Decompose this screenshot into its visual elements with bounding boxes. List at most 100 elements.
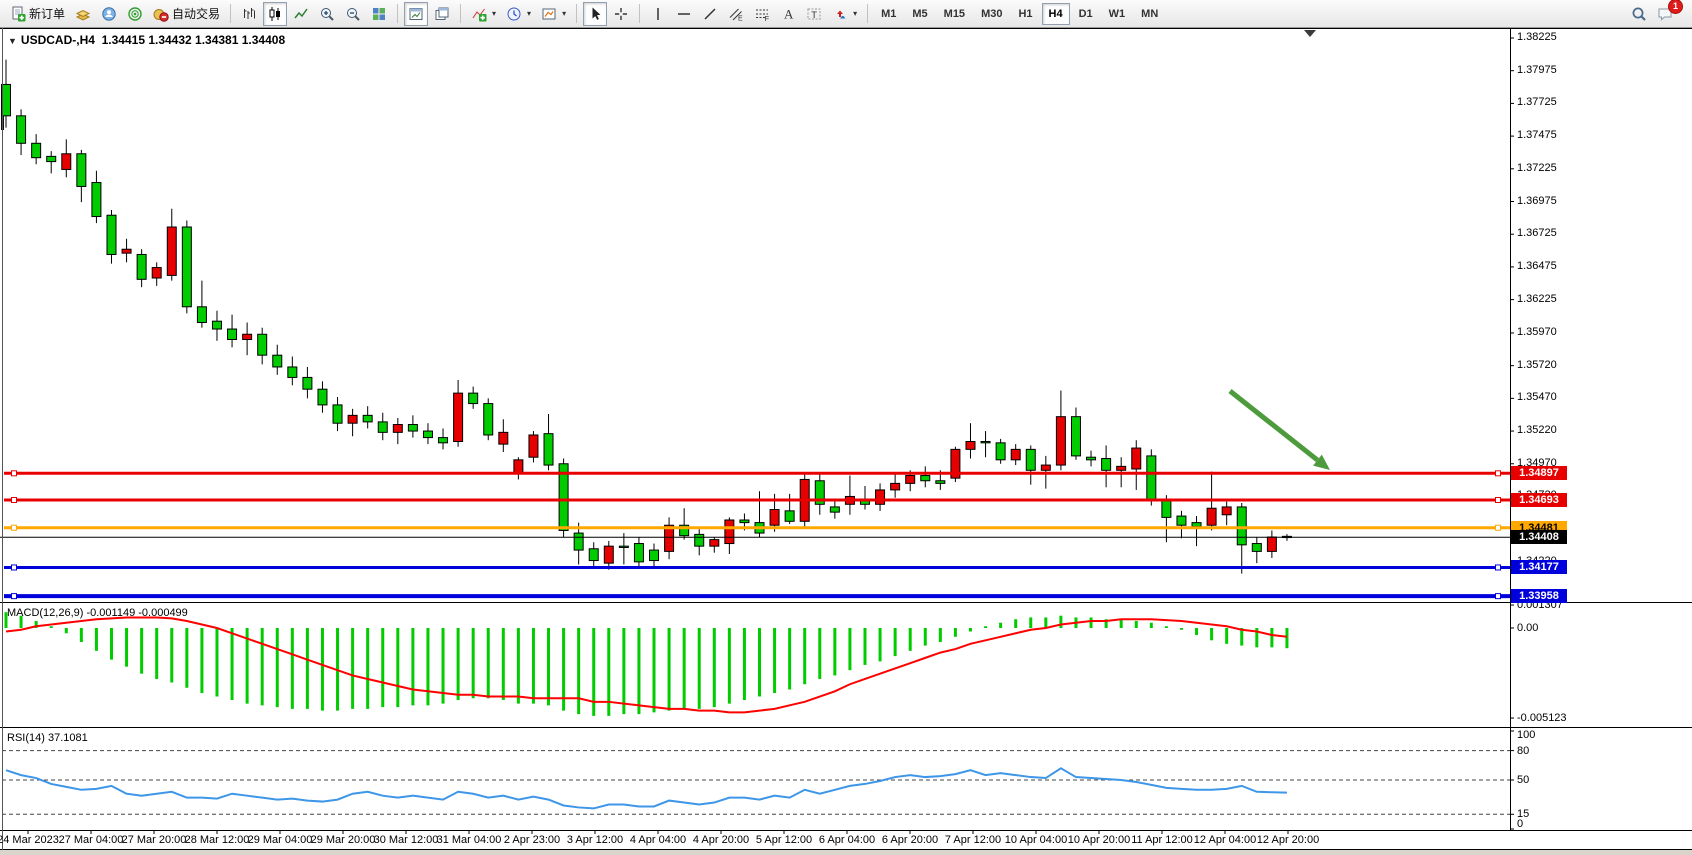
level-line-1.33958[interactable] <box>4 594 1510 599</box>
tile-windows-icon <box>371 6 387 22</box>
autotrade-button[interactable]: 自动交易 <box>149 2 224 26</box>
time-axis-label: 10 Apr 04:00 <box>1005 834 1067 846</box>
periods-icon <box>506 6 522 22</box>
price-axis-label: 1.36975 <box>1517 195 1557 207</box>
new-order-icon <box>10 6 26 22</box>
rsi-axis-label: 80 <box>1517 745 1529 757</box>
rsi-axis-label: 0 <box>1517 818 1523 830</box>
level-line-1.34177[interactable] <box>4 565 1510 570</box>
level-line-1.34693[interactable] <box>4 497 1510 502</box>
time-axis-label: 5 Apr 12:00 <box>756 834 812 846</box>
vertical-line-button[interactable] <box>646 2 670 26</box>
text-label-button[interactable]: T <box>802 2 826 26</box>
text-button[interactable]: A <box>776 2 800 26</box>
rsi-axis-label: 50 <box>1517 774 1529 786</box>
rsi-line <box>6 768 1287 808</box>
frame-layer <box>0 28 1692 850</box>
level-line-1.34897[interactable] <box>4 471 1510 476</box>
horizontal-line-button[interactable] <box>672 2 696 26</box>
time-axis-label: 12 Apr 04:00 <box>1194 834 1256 846</box>
files-button[interactable] <box>71 2 95 26</box>
trendline-button[interactable] <box>698 2 722 26</box>
rsi-label: RSI(14) 37.1081 <box>7 732 88 744</box>
bar-chart-button[interactable] <box>237 2 261 26</box>
timeframe-m30-button[interactable]: M30 <box>974 3 1009 25</box>
time-axis-label: 27 Mar 20:00 <box>122 834 187 846</box>
periods-button[interactable]: ▾ <box>502 2 535 26</box>
radar-icon <box>127 6 143 22</box>
timeframe-h1-button[interactable]: H1 <box>1011 3 1039 25</box>
timeframe-m5-button[interactable]: M5 <box>905 3 934 25</box>
time-axis-label: 27 Mar 04:00 <box>59 834 124 846</box>
price-level-badge: 1.34897 <box>1511 466 1567 480</box>
timeframe-d1-button[interactable]: D1 <box>1072 3 1100 25</box>
price-axis-label: 1.37975 <box>1517 64 1557 76</box>
chart-canvas[interactable] <box>0 0 1692 855</box>
cascade-windows-button[interactable] <box>430 2 454 26</box>
window-bottom-edge <box>0 850 1692 855</box>
fibonacci-icon: F <box>754 6 770 22</box>
cascade-windows-icon <box>434 6 450 22</box>
timeframe-w1-button[interactable]: W1 <box>1102 3 1133 25</box>
time-axis-label: 4 Apr 04:00 <box>630 834 686 846</box>
chart-shift-marker-icon[interactable] <box>1304 30 1316 37</box>
price-level-badge: 1.34177 <box>1511 560 1567 574</box>
svg-text:F: F <box>765 14 770 22</box>
templates-icon <box>541 6 557 22</box>
timeframe-m15-button[interactable]: M15 <box>937 3 972 25</box>
channel-icon: E <box>728 6 744 22</box>
timeframe-h4-button[interactable]: H4 <box>1042 3 1070 25</box>
line-chart-button[interactable] <box>289 2 313 26</box>
templates-button[interactable]: ▾ <box>537 2 570 26</box>
chart-ohlc-values: 1.34415 1.34432 1.34381 1.34408 <box>102 33 286 47</box>
text-label-icon: T <box>806 6 822 22</box>
zoom-in-button[interactable] <box>315 2 339 26</box>
arrange-windows-button[interactable] <box>404 2 428 26</box>
time-axis-label: 4 Apr 20:00 <box>693 834 749 846</box>
toolbar-separator <box>867 4 868 23</box>
channel-button[interactable]: E <box>724 2 748 26</box>
time-axis-label: 29 Mar 04:00 <box>248 834 313 846</box>
dropdown-arrow-icon: ▾ <box>562 9 566 18</box>
time-axis-label: 31 Mar 04:00 <box>437 834 502 846</box>
time-axis-label: 12 Apr 20:00 <box>1257 834 1319 846</box>
toolbar: 新订单自动交易▾▾▾EFAT▾M1M5M15M30H1H4D1W1MN1 <box>0 0 1692 28</box>
candle-chart-button[interactable] <box>263 2 287 26</box>
chart-menu-triangle-icon[interactable]: ▼ <box>8 36 17 46</box>
new-order-button[interactable]: 新订单 <box>6 2 69 26</box>
price-axis-label: 1.36475 <box>1517 260 1557 272</box>
arrows-button[interactable]: ▾ <box>828 2 861 26</box>
zoom-out-button[interactable] <box>341 2 365 26</box>
radar-button[interactable] <box>123 2 147 26</box>
search-button[interactable] <box>1627 2 1651 26</box>
line-chart-icon <box>293 6 309 22</box>
toolbar-separator <box>230 4 231 23</box>
text-icon: A <box>780 6 796 22</box>
notifications-button[interactable]: 1 <box>1653 2 1677 26</box>
sell-arrow-annotation[interactable] <box>1230 391 1330 470</box>
price-axis-label: 1.37475 <box>1517 129 1557 141</box>
macd-axis-label: 0.00 <box>1517 622 1538 634</box>
price-axis-label: 1.35220 <box>1517 424 1557 436</box>
time-axis-label: 30 Mar 12:00 <box>374 834 439 846</box>
timeframe-mn-button[interactable]: MN <box>1134 3 1165 25</box>
profiles-button[interactable] <box>97 2 121 26</box>
timeframe-m1-button[interactable]: M1 <box>874 3 903 25</box>
rsi-axis-label: 100 <box>1517 729 1535 741</box>
time-axis-label: 28 Mar 12:00 <box>185 834 250 846</box>
price-axis-label: 1.37725 <box>1517 96 1557 108</box>
crosshair-button[interactable] <box>609 2 633 26</box>
time-axis-label: 2 Apr 23:00 <box>504 834 560 846</box>
zoom-out-icon <box>345 6 361 22</box>
time-axis-label: 6 Apr 04:00 <box>819 834 875 846</box>
cursor-button[interactable] <box>583 2 607 26</box>
fibonacci-button[interactable]: F <box>750 2 774 26</box>
dropdown-arrow-icon: ▾ <box>853 9 857 18</box>
tile-windows-button[interactable] <box>367 2 391 26</box>
add-indicator-button[interactable]: ▾ <box>467 2 500 26</box>
price-axis-label: 1.35970 <box>1517 326 1557 338</box>
toolbar-separator <box>460 4 461 23</box>
autotrade-icon <box>153 6 169 22</box>
add-indicator-icon <box>471 6 487 22</box>
new-order-label: 新订单 <box>29 5 65 22</box>
